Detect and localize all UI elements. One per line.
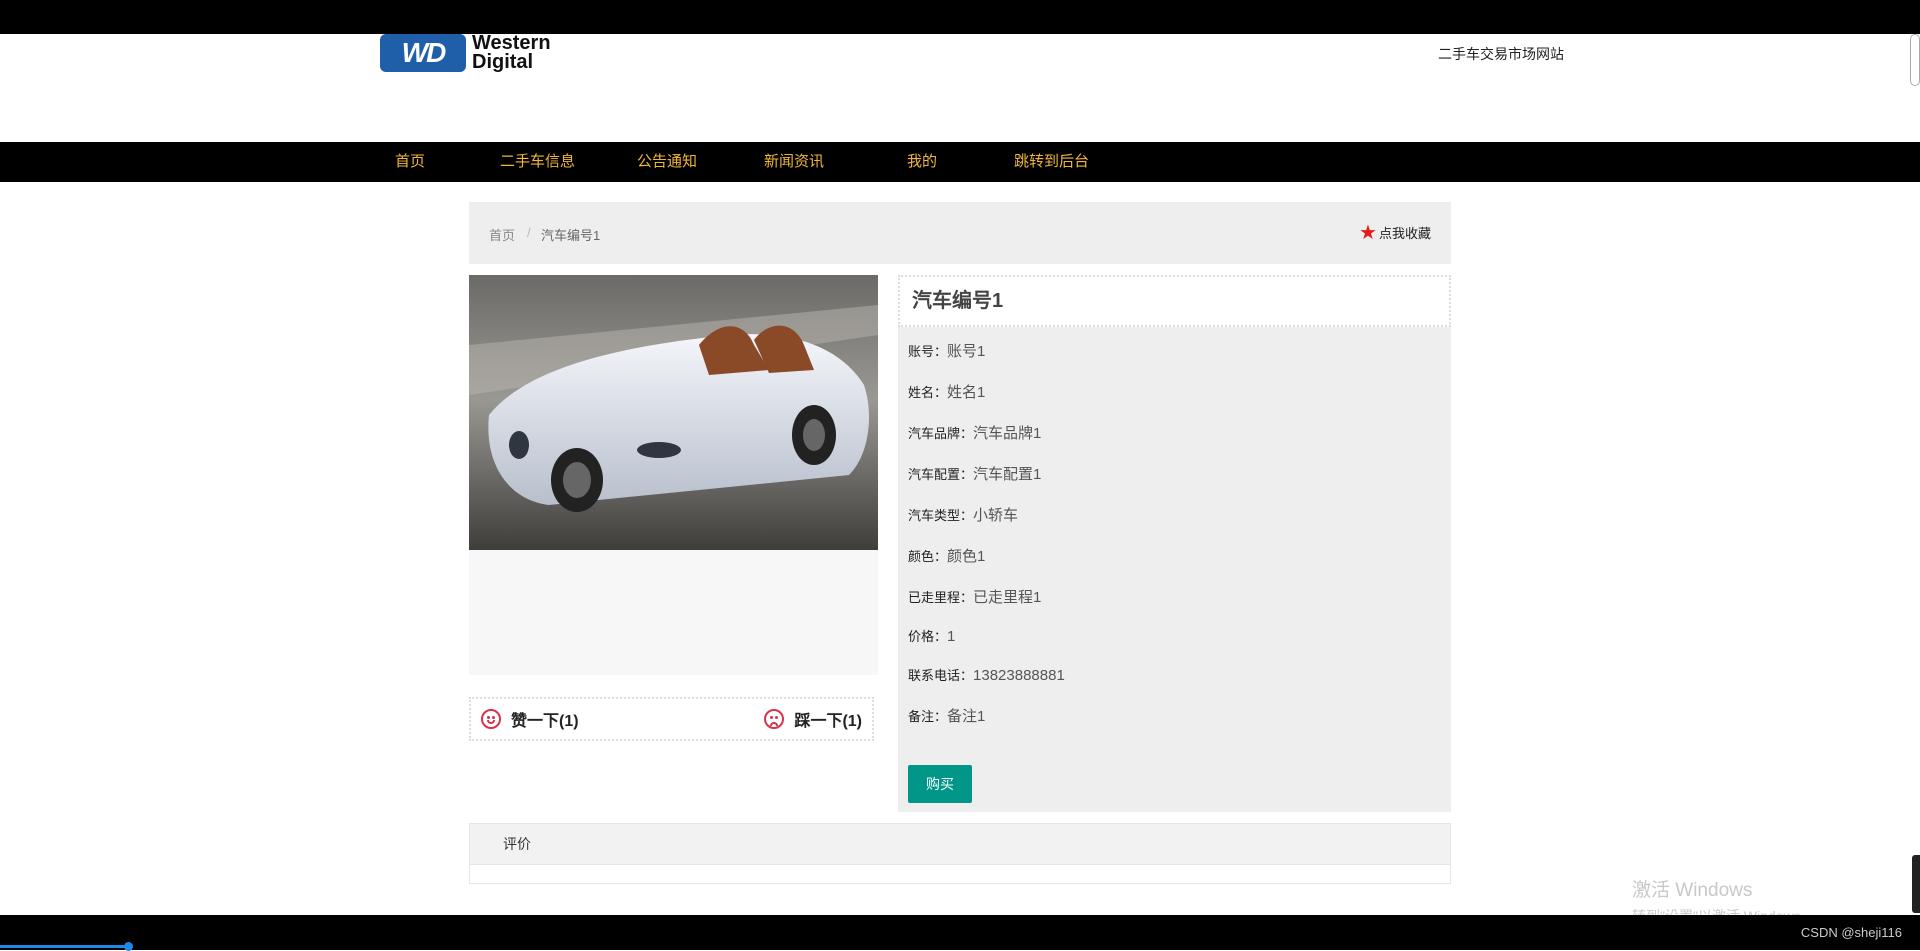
like-button[interactable]: 赞一下(1) — [481, 707, 579, 731]
field-value: 汽车品牌1 — [973, 425, 1042, 442]
logo-text-line2: Digital — [472, 51, 534, 73]
detail-title: 汽车编号1 — [898, 275, 1451, 327]
field-label: 颜色： — [908, 549, 948, 564]
video-progress-bar[interactable] — [0, 945, 130, 948]
detail-panel: 汽车编号1 账号：账号1 姓名：姓名1 汽车品牌：汽车品牌1 汽车配置：汽车配置… — [898, 275, 1451, 812]
nav-item-home[interactable]: 首页 — [395, 142, 425, 182]
site-name: 二手车交易市场网站 — [1438, 46, 1564, 62]
field-account: 账号：账号1 — [908, 340, 985, 361]
nav-item-admin[interactable]: 跳转到后台 — [1014, 142, 1089, 182]
field-label: 已走里程： — [908, 590, 974, 605]
field-label: 汽车品牌： — [908, 426, 974, 441]
site-header — [0, 34, 1920, 142]
breadcrumb: 首页 / 汽车编号1 ★ 点我收藏 — [469, 202, 1451, 264]
car-photo — [469, 275, 878, 550]
dislike-button[interactable]: 踩一下(1) — [764, 707, 862, 731]
field-label: 账号： — [908, 344, 948, 359]
field-value: 姓名1 — [947, 384, 986, 401]
star-icon: ★ — [1359, 221, 1377, 244]
field-label: 汽车类型： — [908, 508, 974, 523]
field-label: 联系电话： — [908, 668, 974, 683]
field-name: 姓名：姓名1 — [908, 381, 985, 402]
frown-icon — [764, 709, 785, 729]
logo-text: Western Digital — [472, 33, 551, 73]
smile-icon — [481, 709, 501, 729]
main-nav: 首页 二手车信息 公告通知 新闻资讯 我的 跳转到后台 — [0, 142, 1920, 182]
field-label: 汽车配置： — [908, 467, 974, 482]
nav-item-mine[interactable]: 我的 — [907, 142, 937, 182]
field-color: 颜色：颜色1 — [908, 545, 985, 566]
field-label: 姓名： — [908, 385, 948, 400]
field-phone: 联系电话：13823888881 — [908, 665, 1065, 684]
footer-credit: CSDN @sheji116 — [1800, 925, 1902, 940]
breadcrumb-separator: / — [527, 225, 531, 240]
vote-panel: 赞一下(1) 踩一下(1) — [469, 697, 874, 741]
field-type: 汽车类型：小轿车 — [908, 504, 1018, 525]
field-config: 汽车配置：汽车配置1 — [908, 463, 1041, 484]
field-value: 已走里程1 — [973, 589, 1042, 606]
review-tab[interactable]: 评价 — [470, 824, 1450, 865]
watermark-line1: 激活 Windows — [1632, 880, 1753, 901]
field-label: 备注： — [908, 709, 948, 724]
buy-button[interactable]: 购买 — [908, 765, 972, 803]
scrollbar-thumb[interactable] — [1910, 34, 1920, 86]
field-remark: 备注：备注1 — [908, 705, 985, 726]
nav-item-notices[interactable]: 公告通知 — [637, 142, 697, 182]
field-value: 备注1 — [947, 708, 986, 725]
site-logo[interactable]: WD Western Digital — [380, 33, 551, 73]
breadcrumb-home[interactable]: 首页 — [489, 225, 515, 244]
field-value: 账号1 — [947, 343, 986, 360]
field-value: 颜色1 — [947, 548, 986, 565]
field-brand: 汽车品牌：汽车品牌1 — [908, 422, 1041, 443]
like-label: 赞一下(1) — [511, 713, 579, 730]
field-price: 价格：1 — [908, 626, 955, 645]
logo-badge: WD — [380, 34, 466, 72]
browser-top-bar — [0, 0, 1920, 34]
favorite-button[interactable]: ★ 点我收藏 — [1359, 221, 1431, 244]
car-photo-image — [469, 275, 878, 550]
field-value: 13823888881 — [973, 667, 1065, 684]
video-player-bar: CSDN @sheji116 — [0, 915, 1920, 951]
favorite-label: 点我收藏 — [1378, 226, 1431, 241]
field-label: 价格： — [908, 629, 948, 644]
field-value: 1 — [947, 628, 956, 645]
field-value: 小轿车 — [973, 507, 1019, 524]
nav-item-news[interactable]: 新闻资讯 — [764, 142, 824, 182]
field-value: 汽车配置1 — [973, 466, 1042, 483]
nav-item-used-cars[interactable]: 二手车信息 — [500, 142, 575, 182]
breadcrumb-current: 汽车编号1 — [541, 228, 601, 243]
review-section: 评价 — [469, 823, 1451, 884]
dislike-label: 踩一下(1) — [794, 713, 862, 730]
side-tray-handle[interactable] — [1912, 855, 1920, 913]
field-mileage: 已走里程：已走里程1 — [908, 586, 1041, 607]
